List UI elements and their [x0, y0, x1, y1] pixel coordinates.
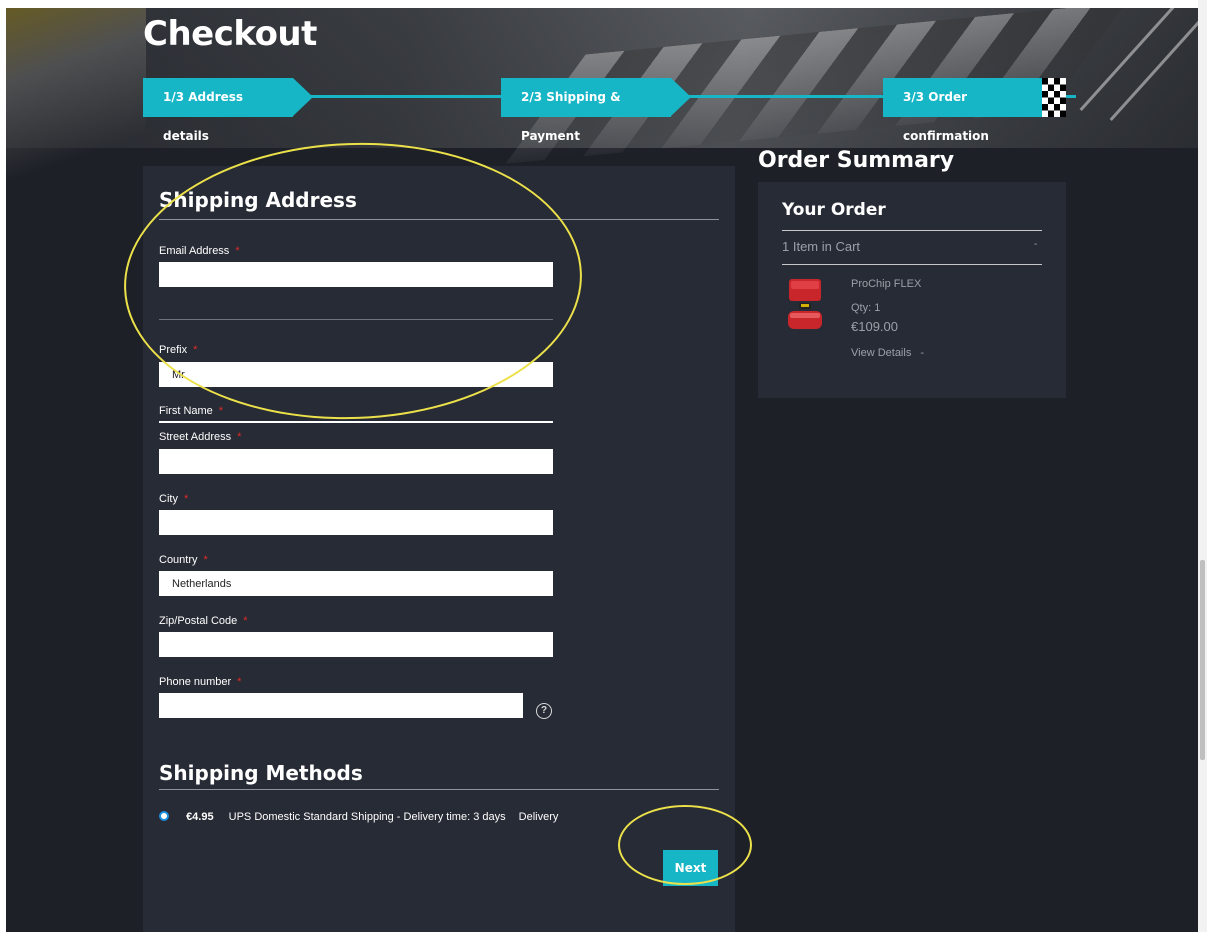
step-shipping-payment[interactable]: 2/3 Shipping & Payment	[501, 78, 691, 143]
required-marker: *	[237, 676, 242, 688]
required-marker: *	[235, 245, 240, 257]
country-label-text: Country	[159, 554, 198, 566]
order-summary-title: Order Summary	[758, 148, 955, 173]
city-label-text: City	[159, 493, 178, 505]
country-select[interactable]	[159, 571, 553, 596]
prefix-label: Prefix *	[159, 344, 197, 356]
email-label: Email Address *	[159, 245, 240, 257]
zip-code-field[interactable]	[159, 632, 553, 657]
shipping-method-row[interactable]: €4.95 UPS Domestic Standard Shipping - D…	[159, 811, 558, 823]
phone-number-field[interactable]	[159, 693, 523, 718]
step-label: 3/3 Order confirmation	[903, 90, 989, 143]
view-details-link[interactable]: View Details -	[851, 347, 924, 359]
zip-label: Zip/Postal Code *	[159, 615, 248, 627]
summary-divider	[782, 264, 1042, 265]
shipping-address-title: Shipping Address	[159, 188, 357, 212]
zip-label-text: Zip/Postal Code	[159, 615, 238, 627]
shipping-method-radio[interactable]	[159, 811, 169, 821]
country-label: Country *	[159, 554, 208, 566]
street-label-text: Street Address	[159, 431, 232, 443]
first-name-field[interactable]	[159, 421, 553, 423]
field-divider	[159, 319, 553, 320]
step-address-details[interactable]: 1/3 Address details	[143, 78, 313, 143]
step-order-confirmation[interactable]: 3/3 Order confirmation	[883, 78, 1043, 143]
required-marker: *	[203, 554, 208, 566]
section-divider	[159, 219, 719, 220]
required-marker: *	[218, 405, 224, 417]
scrollbar-track[interactable]	[1198, 0, 1207, 932]
step-label: 1/3 Address details	[163, 90, 244, 143]
checkered-flag-icon	[1042, 78, 1066, 117]
required-marker: *	[193, 344, 198, 356]
step-label: 2/3 Shipping & Payment	[521, 90, 621, 143]
your-order-heading: Your Order	[782, 200, 886, 220]
email-label-text: Email Address	[159, 245, 230, 257]
prefix-field[interactable]	[159, 362, 553, 387]
section-divider	[159, 789, 719, 790]
email-field[interactable]	[159, 262, 553, 287]
items-in-cart-toggle[interactable]: 1 Item in Cart	[782, 239, 860, 254]
phone-label-text: Phone number	[159, 676, 232, 688]
product-name: ProChip FLEX	[851, 278, 922, 290]
scrollbar-thumb[interactable]	[1200, 560, 1205, 760]
question-circle-icon[interactable]: ?	[536, 703, 552, 719]
shipping-price: €4.95	[186, 811, 214, 823]
chevron-down-icon: -	[920, 347, 925, 359]
shipping-form-panel: Shipping Address Email Address * Prefix * …	[143, 166, 735, 932]
shipping-carrier: Delivery	[518, 811, 559, 823]
city-field[interactable]	[159, 510, 553, 535]
next-button[interactable]: Next	[663, 850, 718, 886]
product-thumbnail	[788, 279, 822, 329]
checkout-page: Checkout 1/3 Address details 2/3 Shippin…	[6, 8, 1198, 932]
background-racing-blur	[6, 8, 146, 208]
summary-divider	[782, 230, 1042, 231]
order-summary-panel: Your Order 1 Item in Cart - ProChip FLEX…	[758, 182, 1066, 398]
phone-label: Phone number *	[159, 676, 241, 688]
shipping-methods-title: Shipping Methods	[159, 761, 363, 785]
required-marker: *	[237, 431, 242, 443]
page-title: Checkout	[143, 14, 317, 54]
prefix-label-text: Prefix	[159, 344, 188, 356]
required-marker: *	[183, 493, 189, 505]
product-quantity: Qty: 1	[851, 302, 881, 314]
required-marker: *	[243, 615, 248, 627]
street-label: Street Address *	[159, 431, 241, 443]
first-name-label: First Name *	[159, 405, 223, 417]
city-label: City *	[159, 493, 188, 505]
collapse-icon[interactable]: -	[1034, 239, 1037, 250]
first-name-label-text: First Name	[159, 405, 213, 417]
shipping-description: UPS Domestic Standard Shipping - Deliver…	[228, 811, 506, 823]
product-price: €109.00	[851, 319, 898, 334]
view-details-text: View Details	[851, 347, 912, 359]
street-address-field[interactable]	[159, 449, 553, 474]
